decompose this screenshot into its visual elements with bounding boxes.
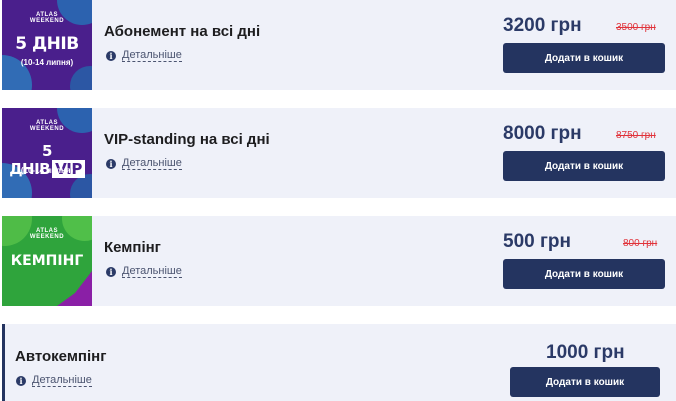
add-to-cart-button[interactable]: Додати в кошик [503,259,665,289]
ticket-old-price: 8750 грн [616,130,656,141]
info-icon: i [16,375,26,386]
ticket-title: VIP-standing на всі дні [104,131,270,148]
ticket-price: 8000 грн [503,123,582,144]
ticket-thumbnail: ATLAS WEEKEND 5 ДНІВ (10-14 липня) [2,0,92,90]
thumbnail-brand-logo: ATLAS WEEKEND [29,228,65,240]
details-row: i Детальніше [106,157,182,170]
details-row: i Детальніше [16,374,92,387]
thumbnail-brand-logo: ATLAS WEEKEND [29,120,65,132]
thumbnail-brand-logo: ATLAS WEEKEND [29,12,65,24]
ticket-card-subscription: ATLAS WEEKEND 5 ДНІВ (10-14 липня) Абонем… [2,0,676,90]
ticket-title: Автокемпінг [15,348,107,365]
ticket-card-vip: ATLAS WEEKEND 5 ДНІВ VIP (10-14 липня) VIP… [2,108,676,198]
ticket-price: 3200 грн [503,15,582,36]
ticket-old-price: 3500 грн [616,22,656,33]
thumbnail-headline: 5 ДНІВ [15,34,79,54]
details-link[interactable]: Детальніше [122,265,182,278]
ticket-thumbnail: ATLAS WEEKEND 5 ДНІВ VIP (10-14 липня) [2,108,92,198]
add-to-cart-button[interactable]: Додати в кошик [503,151,665,181]
details-row: i Детальніше [106,49,182,62]
info-icon: i [106,158,116,169]
ticket-thumbnail: ATLAS WEEKEND КЕМПІНГ [2,216,92,306]
add-to-cart-button[interactable]: Додати в кошик [510,367,660,397]
ticket-old-price: 800 грн [623,238,658,249]
ticket-price: 1000 грн [546,342,625,363]
ticket-title: Кемпінг [104,239,161,256]
info-icon: i [106,50,116,61]
info-icon: i [106,266,116,277]
thumbnail-decoration [57,271,92,306]
add-to-cart-button[interactable]: Додати в кошик [503,43,665,73]
details-row: i Детальніше [106,265,182,278]
details-link[interactable]: Детальніше [122,157,182,170]
thumbnail-dates: (10-14 липня) [20,166,74,175]
thumbnail-headline: КЕМПІНГ [10,253,84,269]
thumbnail-dates: (10-14 липня) [20,58,74,67]
details-link[interactable]: Детальніше [32,374,92,387]
details-link[interactable]: Детальніше [122,49,182,62]
ticket-title: Абонемент на всі дні [104,23,261,40]
ticket-card-autocamping: Автокемпінг i Детальніше 1000 грн Додати… [2,324,676,401]
ticket-card-camping: ATLAS WEEKEND КЕМПІНГ Кемпінг i Детальніш… [2,216,676,306]
ticket-price: 500 грн [503,231,571,252]
